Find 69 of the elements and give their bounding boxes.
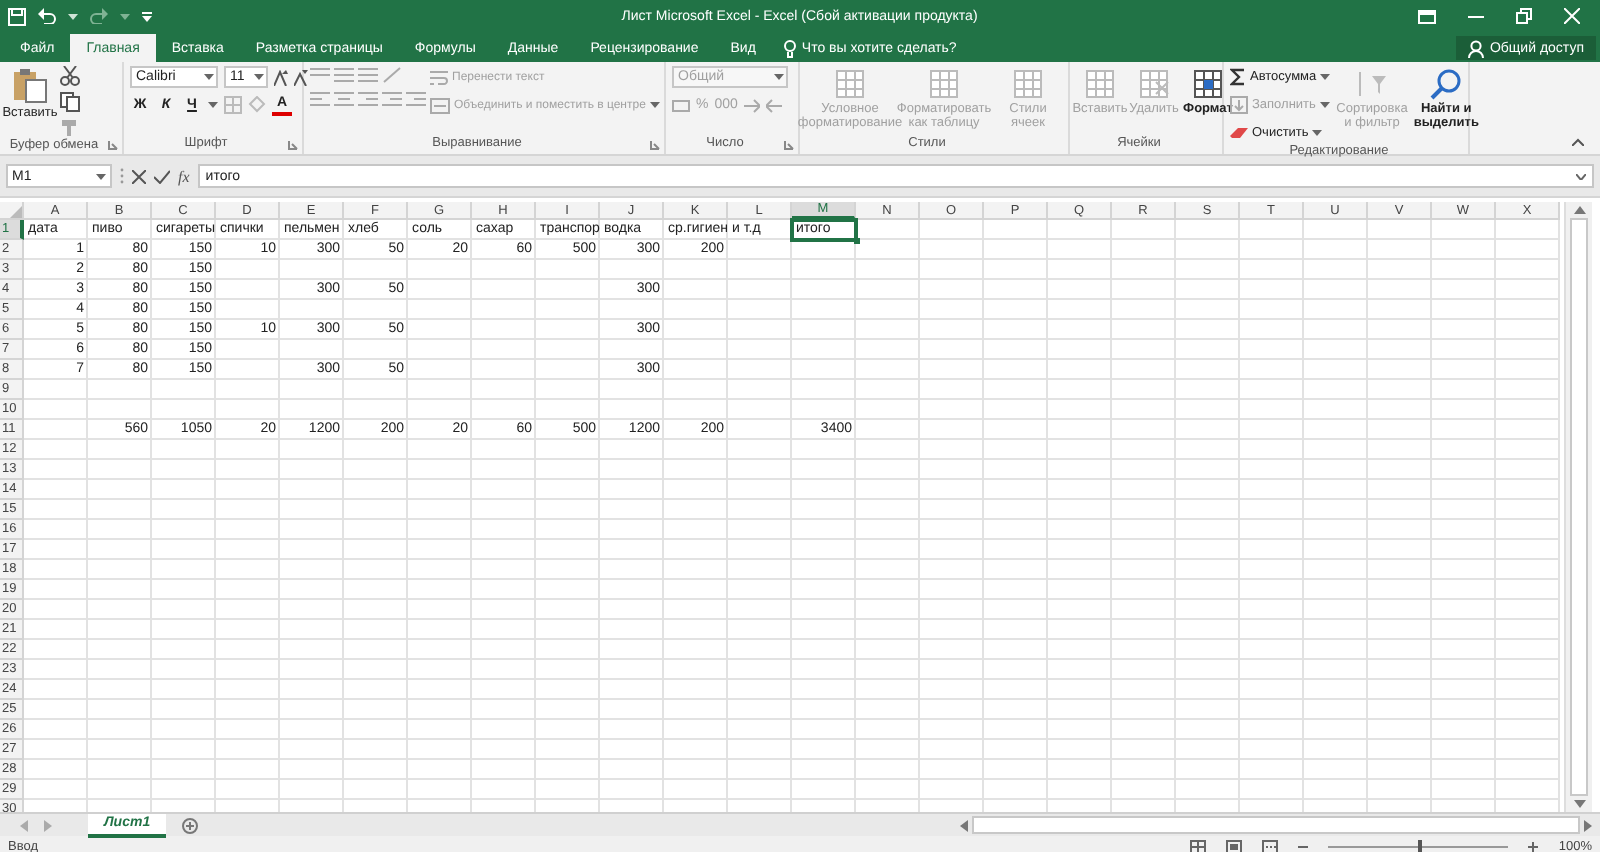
page-break-icon[interactable] <box>1262 839 1279 852</box>
caret-icon <box>208 102 218 108</box>
cancel-icon[interactable] <box>132 169 146 183</box>
delete-cells-icon <box>1138 68 1170 100</box>
sort-filter-icon <box>1356 68 1388 100</box>
caret-icon <box>649 102 660 108</box>
caret-icon <box>1320 74 1331 80</box>
increase-decimal-icon <box>743 97 760 113</box>
ribbon-display-icon[interactable] <box>1418 9 1436 23</box>
scroll-left-icon[interactable] <box>960 819 968 831</box>
caret-icon <box>254 74 264 80</box>
orientation-icon <box>382 66 402 84</box>
person-icon <box>1467 39 1484 57</box>
increase-indent-icon <box>406 90 426 108</box>
zoom-out-icon[interactable] <box>1298 841 1309 851</box>
check-icon[interactable] <box>154 169 170 183</box>
maximize-icon[interactable] <box>1516 8 1532 24</box>
fill-down-icon <box>1230 96 1248 114</box>
scissors-icon[interactable] <box>60 66 80 86</box>
decrease-decimal-icon <box>765 97 782 113</box>
search-icon <box>1430 68 1463 100</box>
caret-icon <box>1312 130 1323 136</box>
caret-icon <box>96 173 106 179</box>
cell-styles-icon <box>1012 68 1044 100</box>
decrease-indent-icon <box>382 90 402 108</box>
dialog-launcher-icon[interactable] <box>108 140 118 150</box>
align-middle-icon <box>334 66 354 84</box>
conditional-format-icon <box>834 68 866 100</box>
expand-icon[interactable] <box>1576 173 1586 179</box>
slider-thumb[interactable] <box>1418 839 1423 852</box>
lightbulb-icon <box>783 39 796 57</box>
collapse-ribbon-icon[interactable] <box>1572 138 1584 146</box>
add-sheet-icon[interactable] <box>182 817 199 833</box>
horizontal-scrollbar[interactable] <box>960 816 1592 834</box>
align-right-icon <box>358 90 378 108</box>
caret-icon <box>120 13 130 19</box>
zoom-in-icon[interactable] <box>1528 841 1539 851</box>
caret-icon <box>204 74 214 80</box>
paste-icon <box>12 68 48 104</box>
grow-font-icon[interactable] <box>274 69 288 85</box>
close-icon[interactable] <box>1564 8 1580 24</box>
table-format-icon <box>928 68 960 100</box>
sum-icon <box>1230 68 1246 86</box>
page-layout-icon[interactable] <box>1226 839 1243 852</box>
align-bottom-icon <box>358 66 378 84</box>
dialog-launcher-icon[interactable] <box>784 140 794 150</box>
dialog-launcher-icon[interactable] <box>288 140 298 150</box>
insert-function-button[interactable]: fx <box>178 167 190 185</box>
vertical-scrollbar[interactable] <box>1564 202 1592 812</box>
undo-icon[interactable] <box>38 8 56 24</box>
align-left-icon <box>310 90 330 108</box>
copy-icon[interactable] <box>60 92 80 112</box>
insert-cells-icon <box>1084 68 1116 100</box>
shrink-font-icon[interactable] <box>294 69 308 85</box>
scroll-right-icon[interactable] <box>1584 819 1592 831</box>
save-icon[interactable] <box>8 7 26 25</box>
normal-view-icon[interactable] <box>1190 839 1207 852</box>
merge-icon <box>430 97 450 113</box>
scroll-down-icon[interactable] <box>1573 800 1585 808</box>
eraser-icon <box>1230 126 1248 140</box>
customize-icon[interactable] <box>142 11 152 21</box>
align-center-icon <box>334 90 354 108</box>
caret-icon <box>68 13 78 19</box>
caret-icon <box>774 74 784 80</box>
scroll-up-icon[interactable] <box>1573 206 1585 214</box>
format-cells-icon <box>1192 68 1224 100</box>
caret-icon <box>1319 102 1330 108</box>
wrap-text-icon <box>430 69 448 85</box>
dialog-launcher-icon[interactable] <box>650 140 660 150</box>
